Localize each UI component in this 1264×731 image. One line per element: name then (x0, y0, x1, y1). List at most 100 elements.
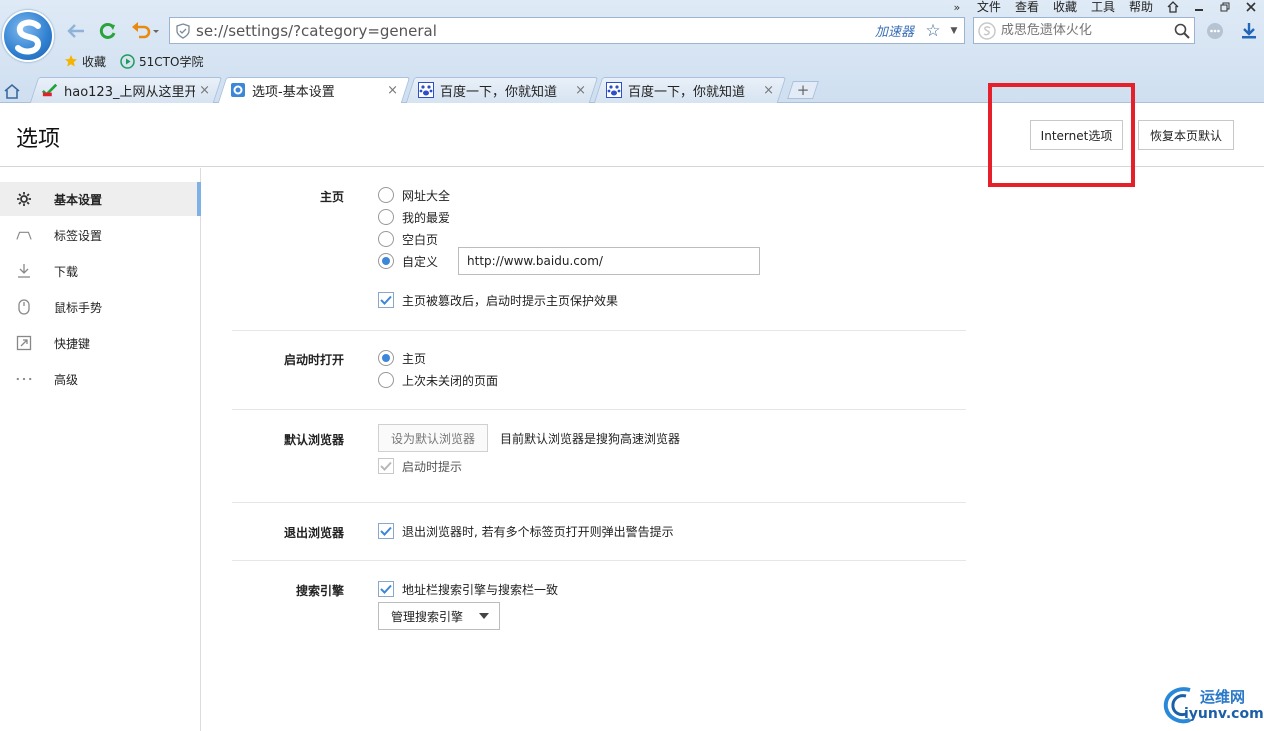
skin-icon[interactable] (1160, 0, 1186, 14)
new-tab-button[interactable]: + (787, 81, 819, 99)
refresh-icon[interactable] (96, 19, 120, 43)
more-icon (16, 371, 32, 387)
bookmark-star-icon[interactable]: ☆ (922, 21, 944, 41)
radio-button[interactable] (378, 372, 394, 388)
tab-title: hao123_上网从这里开始 (64, 84, 196, 100)
search-box[interactable] (973, 17, 1195, 44)
option-label: 地址栏搜索引擎与搜索栏一致 (402, 582, 559, 597)
homepage-option-nav[interactable]: 网址大全 (378, 185, 450, 205)
sidebar-item-tabs[interactable]: 标签设置 (0, 218, 201, 252)
download-manager-icon[interactable] (1237, 19, 1261, 43)
radio-button-selected[interactable] (378, 253, 394, 269)
bookmarks-bar: 收藏 51CTO学院 (64, 52, 203, 70)
user-avatar-icon[interactable] (1203, 19, 1227, 43)
sidebar-item-label: 下载 (54, 264, 79, 279)
tab-settings[interactable]: 选项-基本设置 × (217, 77, 411, 103)
homepage-option-favorites[interactable]: 我的最爱 (378, 207, 450, 227)
play-circle-icon (120, 53, 135, 69)
checkbox-checked[interactable] (378, 581, 394, 597)
section-label: 主页 (319, 190, 344, 204)
hao123-favicon-icon (42, 82, 58, 98)
shortcut-icon (16, 335, 32, 351)
menu-view[interactable]: 查看 (1008, 0, 1046, 14)
custom-homepage-url-input[interactable]: http://www.baidu.com/ (458, 247, 761, 275)
tab-title: 选项-基本设置 (252, 84, 335, 100)
bookmark-51cto-label: 51CTO学院 (139, 54, 204, 69)
tab-baidu-2[interactable]: 百度一下，你就知道 × (593, 77, 787, 103)
restore-window-icon[interactable] (1212, 0, 1238, 14)
home-icon[interactable] (0, 80, 24, 102)
minimize-icon[interactable] (1186, 0, 1212, 14)
undo-close-icon[interactable] (128, 19, 162, 43)
tab-baidu-1[interactable]: 百度一下，你就知道 × (405, 77, 599, 103)
exit-warning-option[interactable]: 退出浏览器时, 若有多个标签页打开则弹出警告提示 (378, 521, 674, 541)
sidebar-item-download[interactable]: 下载 (0, 254, 201, 288)
accelerator-label[interactable]: 加速器 (875, 21, 914, 40)
section-search-engine: 搜索引擎 地址栏搜索引擎与搜索栏一致 管理搜索引擎 (232, 561, 966, 641)
security-shield-icon[interactable] (170, 22, 196, 39)
radio-button[interactable] (378, 231, 394, 247)
startup-option-homepage[interactable]: 主页 (378, 348, 426, 368)
sidebar-item-label: 快捷键 (54, 336, 91, 351)
favorites-star-icon (65, 55, 77, 67)
checkmark-icon (380, 461, 392, 471)
radio-button[interactable] (378, 187, 394, 203)
radio-button[interactable] (378, 209, 394, 225)
section-startup: 启动时打开 主页 上次未关闭的页面 (232, 331, 966, 410)
default-browser-row: 设为默认浏览器 目前默认浏览器是搜狗高速浏览器 (378, 424, 680, 452)
sidebar-item-label: 高级 (54, 372, 79, 387)
tab-hao123[interactable]: hao123_上网从这里开始 × (29, 77, 223, 103)
address-dropdown-icon[interactable]: ▼ (944, 26, 964, 36)
option-label: 自定义 (402, 254, 439, 269)
sogou-logo-icon[interactable] (2, 10, 54, 62)
search-input[interactable] (1000, 23, 1171, 38)
menu-file[interactable]: 文件 (970, 0, 1008, 14)
bookmark-51cto[interactable]: 51CTO学院 (120, 53, 203, 70)
watermark-text-bottom: iyunv.com (1184, 706, 1264, 722)
search-icon[interactable] (1171, 23, 1194, 39)
sidebar-item-mouse-gesture[interactable]: 鼠标手势 (0, 290, 201, 324)
mouse-icon (16, 299, 32, 315)
homepage-protect-option[interactable]: 主页被篡改后，启动时提示主页保护效果 (378, 290, 618, 310)
menu-favorites[interactable]: 收藏 (1046, 0, 1084, 14)
checkbox-checked-disabled[interactable] (378, 458, 394, 474)
url-text[interactable]: se://settings/?category=general (196, 21, 875, 40)
checkmark-icon (380, 584, 392, 594)
option-label: 主页 (402, 351, 427, 366)
homepage-option-blank[interactable]: 空白页 (378, 229, 438, 249)
manage-search-engines-dropdown[interactable]: 管理搜索引擎 (378, 602, 501, 630)
tab-close-icon[interactable]: × (763, 83, 774, 98)
set-default-browser-button[interactable]: 设为默认浏览器 (378, 424, 489, 452)
sidebar-item-advanced[interactable]: 高级 (0, 362, 201, 396)
tab-close-icon[interactable]: × (387, 83, 398, 98)
checkbox-checked[interactable] (378, 292, 394, 308)
search-engine-logo-icon[interactable] (974, 21, 1001, 40)
search-sync-option[interactable]: 地址栏搜索引擎与搜索栏一致 (378, 579, 558, 599)
radio-button-selected[interactable] (378, 350, 394, 366)
menu-help[interactable]: 帮助 (1122, 0, 1160, 14)
close-window-icon[interactable] (1238, 0, 1264, 14)
chevron-down-icon (479, 613, 490, 619)
back-icon[interactable] (64, 19, 88, 43)
option-label: 空白页 (402, 232, 439, 247)
default-browser-prompt-option[interactable]: 启动时提示 (378, 456, 462, 476)
checkbox-checked[interactable] (378, 523, 394, 539)
homepage-option-custom[interactable]: 自定义 http://www.baidu.com/ (378, 247, 761, 275)
dropdown-label: 管理搜索引擎 (391, 609, 464, 624)
option-label: 我的最爱 (402, 210, 451, 225)
sidebar-item-shortcuts[interactable]: 快捷键 (0, 326, 201, 360)
restore-defaults-button[interactable]: 恢复本页默认 (1138, 120, 1234, 150)
tab-close-icon[interactable]: × (575, 83, 586, 98)
page-title: 选项 (16, 127, 61, 152)
more-menus-icon[interactable]: » (944, 0, 970, 14)
menu-tools[interactable]: 工具 (1084, 0, 1122, 14)
section-label: 默认浏览器 (283, 433, 344, 447)
startup-option-last-session[interactable]: 上次未关闭的页面 (378, 370, 498, 390)
tab-title: 百度一下，你就知道 (440, 84, 558, 100)
bookmark-favorites[interactable]: 收藏 (64, 53, 106, 70)
default-browser-status: 目前默认浏览器是搜狗高速浏览器 (500, 431, 681, 446)
address-bar[interactable]: se://settings/?category=general 加速器 ☆ ▼ (169, 17, 965, 44)
section-label: 搜索引擎 (295, 584, 344, 598)
tab-close-icon[interactable]: × (199, 83, 210, 98)
sidebar-item-general[interactable]: 基本设置 (0, 182, 201, 216)
